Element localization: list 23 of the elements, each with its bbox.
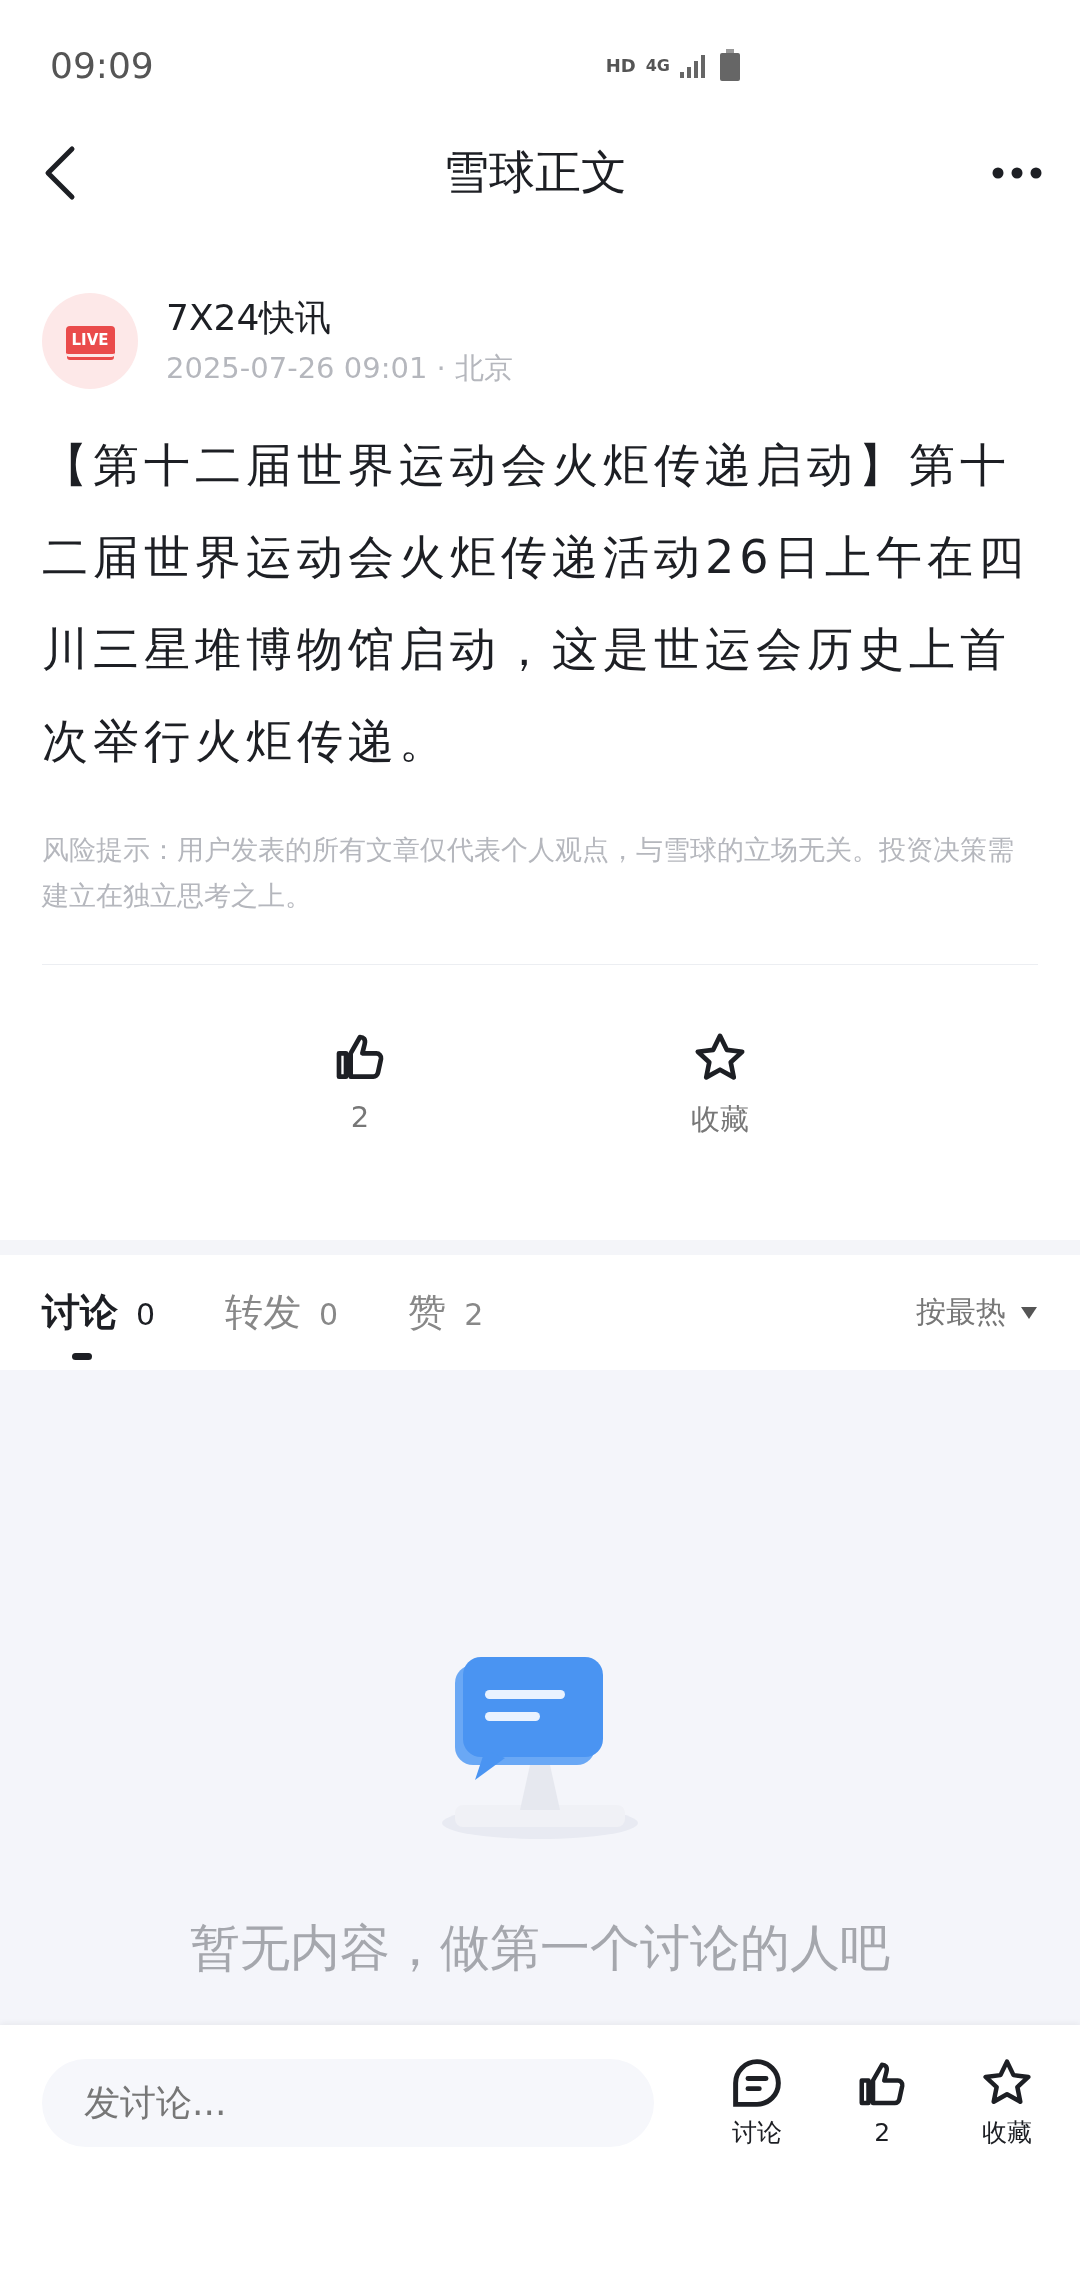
like-button[interactable]: 2 [839,2058,925,2147]
like-button[interactable]: 2 [305,1030,415,1140]
tab[interactable]: 转发 0 [225,1287,339,1360]
post-body: 【第十二届世界运动会火炬传递启动】第十二届世界运动会火炬传递活动26日上午在四川三星堆博物馆启动，这是世运会历史上首次举行火炬传递。 [42,437,1030,770]
author-name[interactable]: 7X24快讯 [166,293,513,343]
tab[interactable]: 赞 2 [408,1287,484,1360]
network-label: HD [605,54,636,76]
live-badge: LIVE [65,325,115,357]
comment-button[interactable]: 讨论 [714,2056,800,2149]
battery-icon [720,49,740,81]
cellular-label: 4G [645,55,670,75]
caret-down-icon [1020,1305,1038,1320]
status-time: 09:09 [50,44,154,86]
empty-message: 暂无内容，做第一个讨论的人吧 [190,1918,890,1979]
sort-dropdown[interactable]: 按最热 [916,1292,1038,1333]
favorite-button[interactable]: 收藏 [964,2056,1050,2149]
post-meta: 2025-07-26 09:01 · 北京 [166,349,513,387]
avatar[interactable]: LIVE [42,293,138,389]
comment-input[interactable]: 发讨论... [42,2058,655,2147]
risk-note: 风险提示：用户发表的所有文章仅代表个人观点，与雪球的立场无关。投资决策需建立在独立思考之上。 [42,833,1015,913]
page-title: 雪球正文 [443,143,627,201]
tab[interactable]: 讨论 0 [42,1287,156,1360]
favorite-button[interactable]: 收藏 [665,1030,775,1140]
